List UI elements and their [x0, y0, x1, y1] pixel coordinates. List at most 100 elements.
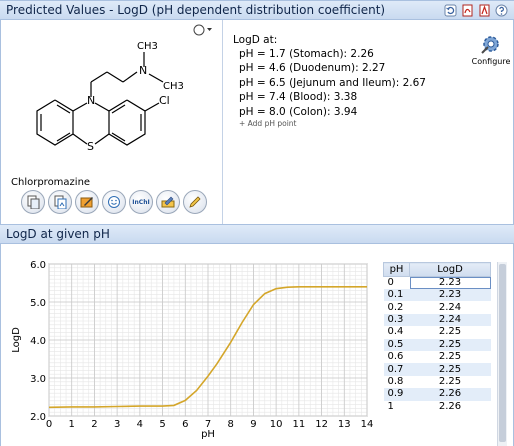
y-tick-label: 6.0: [30, 260, 46, 271]
atom-ch3-top: CH3: [137, 41, 158, 52]
x-tick-label: 6: [182, 419, 188, 430]
atom-cl: Cl: [159, 94, 170, 107]
x-axis-label: pH: [201, 429, 215, 440]
table-row[interactable]: 0.2 2.24: [384, 301, 491, 313]
table-scrollbar[interactable]: [497, 262, 507, 446]
table-cell-logd: 2.23: [409, 276, 491, 289]
x-tick-label: 9: [250, 419, 256, 430]
logd-line-blood: pH = 7.4 (Blood): 3.38: [239, 91, 358, 104]
x-tick-label: 11: [292, 419, 305, 430]
add-ph-point-link[interactable]: + Add pH point: [233, 119, 426, 128]
chevron-down-icon[interactable]: [193, 24, 213, 36]
table-cell-logd: 2.26: [409, 388, 491, 401]
pdf-export-icon[interactable]: [477, 3, 491, 17]
table-row[interactable]: 0.4 2.25: [384, 326, 491, 338]
table-cell-ph: 0: [387, 277, 394, 288]
panel-title: Predicted Values - LogD (pH dependent di…: [6, 3, 386, 17]
table-cell-logd: 2.25: [438, 351, 462, 363]
y-axis-label: LogD: [11, 327, 22, 353]
table-row[interactable]: 0 2.23: [384, 276, 491, 289]
gear-icon: [481, 36, 499, 54]
logd-line-stomach: pH = 1.7 (Stomach): 2.26: [239, 48, 374, 60]
logd-summary-title: LogD at:: [233, 34, 278, 46]
molecule-structure: N S N CH3 CH3 Cl: [36, 41, 184, 153]
table-cell-ph: 0.9: [383, 388, 410, 401]
inchi-label: InChI: [132, 198, 150, 206]
table-cell-logd: 2.24: [438, 301, 462, 313]
table-cell-ph: 0.6: [387, 351, 404, 363]
logd-table[interactable]: pH LogD 0 2.23 0.1 2.23 0.2 2.24 0.3 2.24 0.4 2.2…: [383, 262, 491, 446]
atom-s: S: [87, 140, 94, 153]
molecule-name: Chlorpromazine: [11, 177, 91, 188]
table-cell-ph: 0.8: [387, 375, 404, 387]
table-row[interactable]: 0.3 2.24: [383, 313, 491, 327]
column-header-ph[interactable]: pH: [383, 262, 410, 277]
x-tick-label: 12: [315, 419, 328, 430]
x-tick-label: 3: [114, 419, 120, 430]
x-tick-label: 8: [228, 419, 234, 430]
table-row[interactable]: 1 2.26: [384, 401, 491, 413]
copy-icon[interactable]: [21, 190, 45, 214]
scrollbar-thumb[interactable]: [499, 264, 506, 442]
y-tick-label: 2.0: [30, 412, 46, 423]
copy-image-icon[interactable]: [48, 190, 72, 214]
table-row[interactable]: 0.9 2.26: [383, 388, 491, 401]
configure-button[interactable]: Configure: [471, 32, 511, 66]
atom-ch3-bottom: CH3: [163, 81, 184, 92]
x-tick-label: 14: [361, 419, 374, 430]
x-tick-label: 2: [91, 419, 97, 430]
y-tick-label: 5.0: [30, 298, 46, 309]
table-row[interactable]: 0.1 2.23: [383, 289, 491, 302]
logd-line-colon: pH = 8.0 (Colon): 3.94: [239, 105, 358, 118]
table-cell-ph: 0.3: [383, 313, 410, 327]
table-row[interactable]: 0.6 2.25: [384, 351, 491, 363]
table-row[interactable]: 0.8 2.25: [384, 376, 491, 388]
x-tick-label: 0: [46, 419, 52, 430]
help-icon[interactable]: [494, 3, 508, 17]
panel-header: Predicted Values - LogD (pH dependent di…: [0, 0, 514, 20]
structure-options-menu[interactable]: [193, 24, 213, 36]
logd-chart: 0 1 2 3 4 5 6 7 8 9 10 11 12 13 14 2.03.04.05.06.0 pH …: [11, 260, 374, 440]
table-cell-ph: 0.7: [383, 363, 410, 376]
atom-n-amine: N: [139, 64, 147, 77]
section-title: LogD at given pH: [6, 227, 110, 241]
x-tick-label: 1: [69, 419, 75, 430]
table-row[interactable]: 0.5 2.25: [383, 338, 491, 351]
table-cell-logd: 2.25: [409, 338, 491, 351]
x-tick-label: 13: [338, 419, 351, 430]
table-cell-logd: 2.25: [409, 363, 491, 376]
edit-icon[interactable]: [75, 190, 99, 214]
pdf-icon[interactable]: [460, 3, 474, 17]
smiley-icon[interactable]: [102, 190, 126, 214]
table-cell-ph: 0.1: [383, 289, 410, 302]
logd-line-jejunum: pH = 6.5 (Jejunum and Ileum): 2.67: [239, 76, 426, 89]
logd-line-duodenum: pH = 4.6 (Duodenum): 2.27: [239, 62, 386, 75]
lower-panel: 0 1 2 3 4 5 6 7 8 9 10 11 12 13 14 2.0 3.0 4.0 5.0 6.0 pH …: [0, 244, 514, 446]
atom-n-ring: N: [87, 94, 95, 107]
structure-pane: N S N CH3 CH3 Cl Chlorpromazine InChI: [1, 20, 223, 224]
table-cell-ph: 0.4: [387, 326, 404, 338]
upper-panel: N S N CH3 CH3 Cl Chlorpromazine InChI Lo…: [0, 20, 514, 224]
table-row[interactable]: 0.7 2.25: [383, 363, 491, 376]
structure-toolbar: InChI: [21, 190, 207, 214]
y-tick-label: 3.0: [30, 374, 46, 385]
y-tick-label: 4.0: [30, 336, 46, 347]
section-header: LogD at given pH: [0, 224, 514, 244]
x-tick-label: 5: [159, 419, 165, 430]
configure-label: Configure: [471, 57, 511, 66]
table-cell-logd: 2.24: [409, 313, 491, 327]
table-cell-logd: 2.25: [438, 375, 462, 387]
table-cell-ph: 0.2: [387, 301, 404, 313]
export-icon[interactable]: [156, 190, 180, 214]
x-tick-label: 10: [270, 419, 283, 430]
table-cell-logd: 2.23: [409, 289, 491, 302]
table-cell-logd: 2.26: [438, 400, 462, 412]
table-cell-logd: 2.25: [438, 326, 462, 338]
x-tick-label: 4: [137, 419, 143, 430]
logd-summary: LogD at: pH = 1.7 (Stomach): 2.26 pH = 4…: [233, 34, 426, 128]
table-cell-ph: 1: [387, 400, 394, 412]
draw-icon[interactable]: [183, 190, 207, 214]
column-header-logd[interactable]: LogD: [409, 262, 491, 277]
refresh-icon[interactable]: [443, 3, 457, 17]
inchi-icon[interactable]: InChI: [129, 190, 153, 214]
